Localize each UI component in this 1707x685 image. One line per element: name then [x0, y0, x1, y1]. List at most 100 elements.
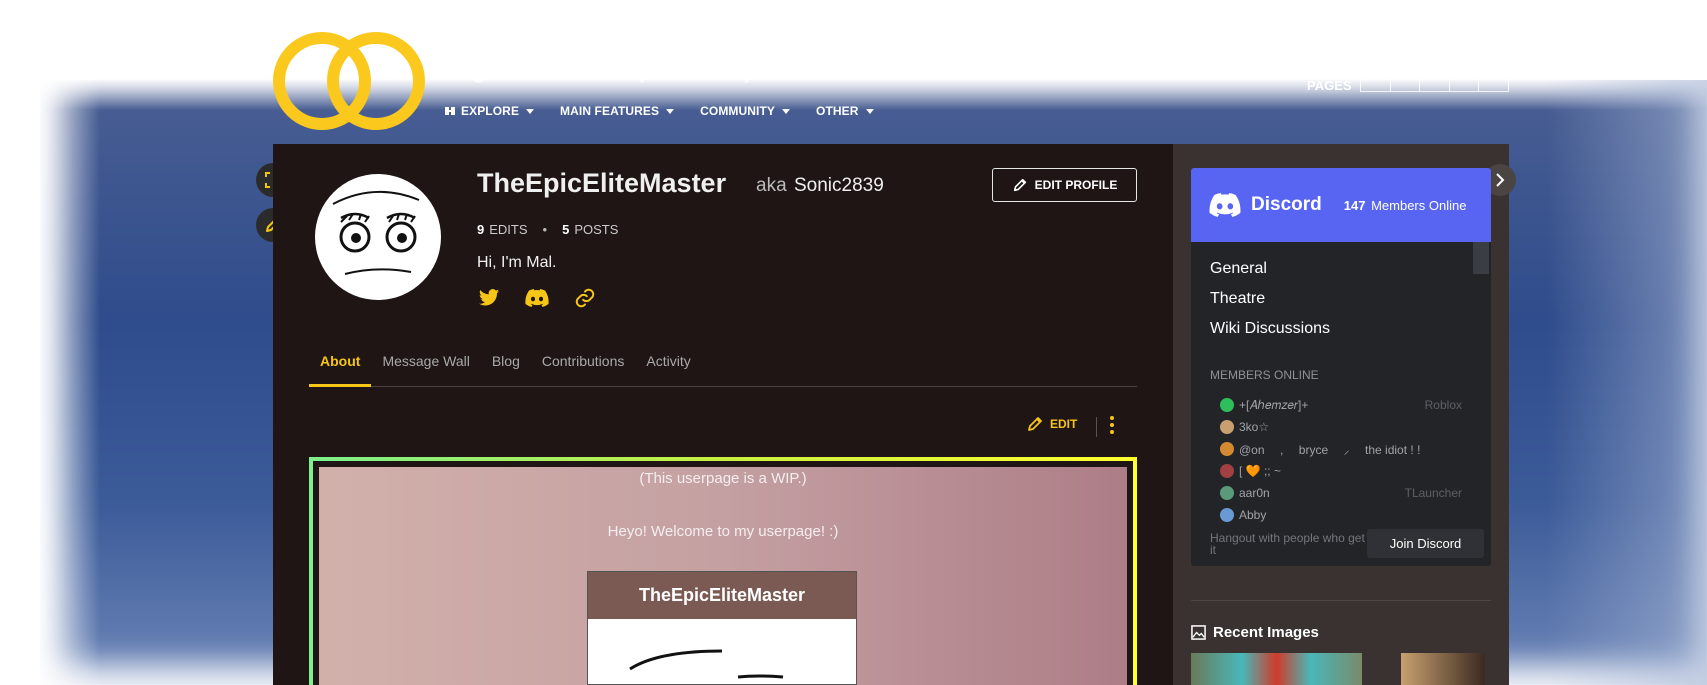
member-name: aar0n	[1239, 486, 1270, 500]
pencil-icon	[1013, 178, 1026, 192]
profile-username: TheEpicEliteMaster	[477, 168, 727, 198]
bookmark-tool-button[interactable]	[1420, 78, 1450, 91]
explore-icon	[445, 107, 455, 115]
nav-other[interactable]: OTHER	[816, 104, 874, 118]
profile-stats: 9 EDITS • 5 POSTS	[477, 222, 618, 237]
chevron-down-icon	[666, 108, 675, 114]
nav-other-label: OTHER	[816, 104, 859, 118]
discord-icon	[525, 289, 549, 307]
kebab-dot	[1110, 423, 1114, 427]
recent-image-thumbnail[interactable]	[1401, 653, 1485, 685]
online-count: 147	[1343, 197, 1366, 213]
recent-images-heading: Recent Images	[1191, 624, 1319, 641]
channel-wiki-discussions[interactable]: Wiki Discussions	[1210, 320, 1330, 350]
edits-label: EDITS	[489, 222, 528, 237]
tab-message-wall[interactable]: Message Wall	[371, 350, 480, 387]
channel-list: General Theatre Wiki Discussions	[1210, 260, 1330, 350]
edit-profile-button[interactable]: EDIT PROFILE	[992, 168, 1137, 202]
nav-main-features-label: MAIN FEATURES	[560, 104, 660, 118]
nav-main-features[interactable]: MAIN FEATURES	[560, 104, 675, 118]
list-item[interactable]: +[𝐴ℎ𝑒𝑚𝑧𝑒𝑟]+ Roblox	[1220, 394, 1476, 416]
discord-widget: Discord 147 Members Online General Theat…	[1191, 168, 1491, 566]
nav-community[interactable]: COMMUNITY	[700, 104, 791, 118]
member-avatar	[1220, 442, 1234, 456]
tab-activity[interactable]: Activity	[635, 350, 701, 387]
channel-theatre[interactable]: Theatre	[1210, 290, 1330, 320]
member-game: Roblox	[1424, 398, 1462, 412]
website-link[interactable]	[573, 286, 597, 310]
chevron-down-icon	[526, 108, 535, 114]
profile-tabs: About Message Wall Blog Contributions Ac…	[309, 350, 1137, 387]
avatar-face-image	[332, 191, 420, 275]
discord-icon	[1209, 193, 1241, 217]
pages-label: PAGES	[1307, 78, 1352, 93]
discord-online-count-text: 147 Members Online	[1344, 198, 1467, 213]
aka-name: Sonic2839	[794, 175, 884, 196]
list-item[interactable]: @on ⠀ , ⠀ bryce ⠀ ⸝ ⠀ the idiot ! !	[1220, 438, 1476, 460]
posts-label: POSTS	[574, 222, 619, 237]
twitter-icon	[478, 289, 500, 306]
infobox-image	[629, 649, 784, 679]
member-name: @on ⠀ , ⠀ bryce ⠀ ⸝ ⠀ the idiot ! !	[1239, 442, 1421, 457]
page-tools	[1360, 78, 1509, 92]
main-navigation: EXPLORE MAIN FEATURES COMMUNITY OTHER	[444, 104, 874, 118]
image-icon	[1191, 625, 1206, 640]
list-item[interactable]: aar0n TLauncher	[1220, 482, 1476, 504]
join-discord-button[interactable]: Join Discord	[1367, 529, 1484, 558]
wip-note: (This userpage is a WIP.)	[639, 470, 807, 487]
tab-blog[interactable]: Blog	[481, 350, 531, 387]
twitter-link[interactable]	[477, 286, 501, 310]
discord-footer-text: Hangout with people who get it	[1210, 531, 1365, 557]
recent-image-thumbnail[interactable]	[1191, 653, 1362, 685]
tab-about[interactable]: About	[309, 350, 372, 387]
member-avatar	[1220, 486, 1234, 500]
posts-count: 5	[562, 222, 570, 237]
chevron-down-icon	[782, 108, 791, 114]
discord-brand: Discord	[1251, 194, 1322, 215]
member-name: 3ko☆	[1239, 420, 1270, 434]
comment-tool-button[interactable]	[1391, 78, 1421, 91]
member-name: +[𝐴ℎ𝑒𝑚𝑧𝑒𝑟]+	[1239, 397, 1309, 412]
avatar	[315, 174, 441, 300]
edit-profile-label: EDIT PROFILE	[1034, 178, 1118, 192]
list-item[interactable]: 3ko☆	[1220, 416, 1476, 438]
more-tool-button[interactable]	[1479, 78, 1508, 91]
divider	[1191, 600, 1491, 601]
member-name: [ 🧡 ;; ~	[1239, 464, 1281, 478]
members-online-label: MEMBERS ONLINE	[1210, 368, 1319, 382]
online-label: Members Online	[1371, 197, 1467, 213]
discord-header[interactable]: Discord 147 Members Online	[1191, 168, 1491, 242]
pencil-icon	[1028, 417, 1042, 431]
channel-general[interactable]: General	[1210, 260, 1330, 290]
share-tool-button[interactable]	[1450, 78, 1480, 91]
channel-scrollbar[interactable]	[1473, 242, 1489, 274]
wiki-title[interactable]: Regretevator Wiki (Unofficial)	[444, 64, 752, 88]
aka-label: aka	[756, 175, 787, 196]
list-item[interactable]: Abby	[1220, 504, 1476, 526]
member-list: +[𝐴ℎ𝑒𝑚𝑧𝑒𝑟]+ Roblox 3ko☆ @on ⠀ , ⠀ bryce …	[1220, 394, 1476, 526]
chevron-down-icon	[865, 108, 874, 114]
profile-bio: Hi, I'm Mal.	[477, 254, 557, 271]
edits-count: 9	[477, 222, 485, 237]
search-tool-button[interactable]	[1361, 78, 1391, 91]
recent-images-title: Recent Images	[1213, 624, 1319, 641]
edit-page-button[interactable]: EDIT	[1026, 415, 1077, 433]
welcome-text: Heyo! Welcome to my userpage! :)	[607, 523, 839, 540]
member-avatar	[1220, 420, 1234, 434]
more-actions-button[interactable]	[1110, 416, 1114, 434]
tab-contributions[interactable]: Contributions	[531, 350, 636, 387]
infobox: TheEpicEliteMaster	[587, 571, 857, 685]
link-icon	[575, 288, 595, 308]
member-avatar	[1220, 398, 1234, 412]
member-game: TLauncher	[1404, 486, 1462, 500]
list-item[interactable]: [ 🧡 ;; ~	[1220, 460, 1476, 482]
divider	[1096, 417, 1097, 437]
chevron-right-icon	[1496, 173, 1505, 187]
infobox-title: TheEpicEliteMaster	[588, 572, 856, 619]
separator-dot: •	[542, 222, 548, 237]
nav-explore[interactable]: EXPLORE	[444, 104, 535, 118]
social-links	[477, 286, 597, 310]
wiki-logo[interactable]	[272, 30, 428, 132]
discord-link[interactable]	[525, 286, 549, 310]
nav-community-label: COMMUNITY	[700, 104, 776, 118]
